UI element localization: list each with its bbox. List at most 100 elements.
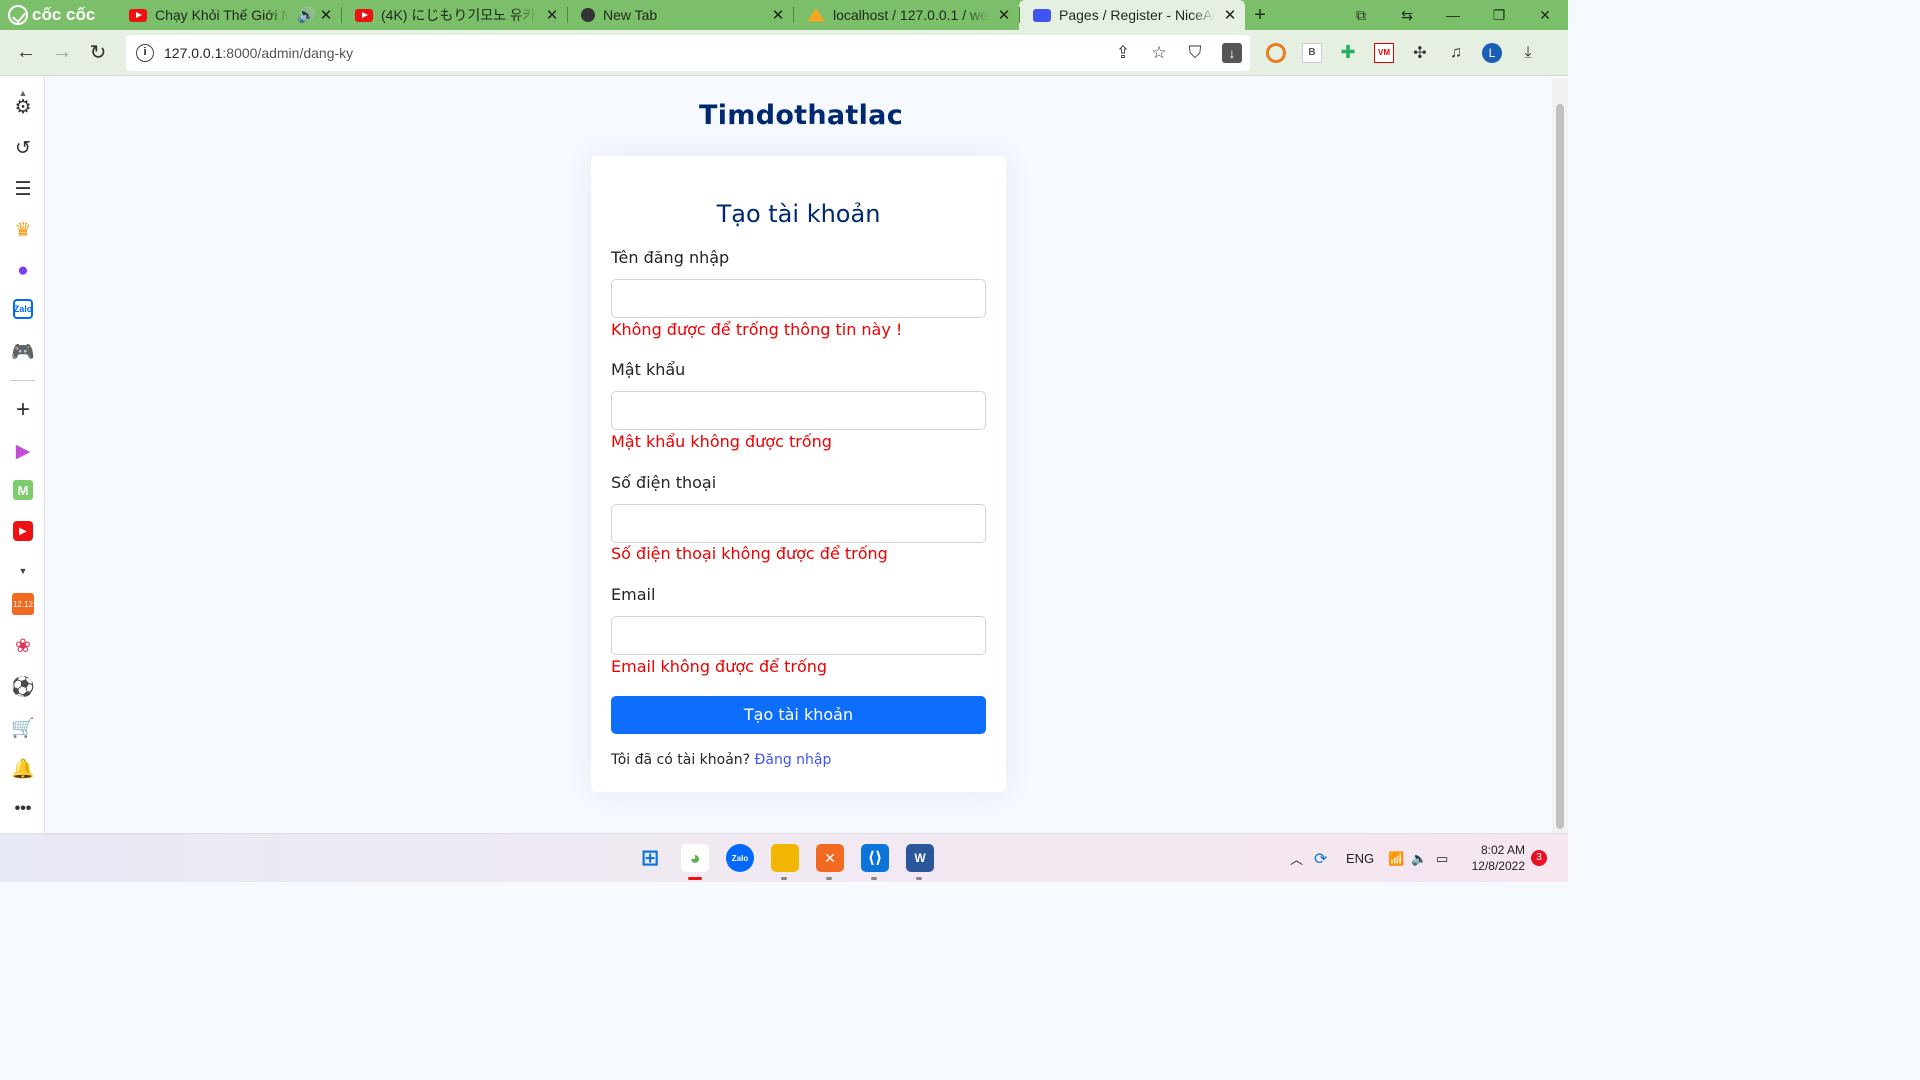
cart-icon[interactable]: 🛒 <box>11 716 35 740</box>
extension-b-icon[interactable]: B <box>1302 42 1322 63</box>
language-indicator[interactable]: ENG <box>1346 834 1374 883</box>
shield-icon[interactable]: ⛉ <box>1186 43 1204 63</box>
register-card: Tạo tài khoản Tên đăng nhập Không được đ… <box>591 156 1006 792</box>
gear-icon[interactable]: ⚙ <box>11 95 35 119</box>
chevron-down-icon[interactable]: ▼ <box>11 559 35 583</box>
url-text[interactable]: 127.0.0.1:8000/admin/dang-ky <box>164 45 353 61</box>
bell-icon[interactable]: 🔔 <box>11 757 35 781</box>
username-error: Không được để trống thông tin này ! <box>611 320 903 339</box>
phone-input[interactable] <box>611 504 986 543</box>
password-error: Mật khẩu không được trống <box>611 432 832 451</box>
share-icon[interactable]: ⇪ <box>1114 43 1132 63</box>
battery-icon[interactable]: ▭ <box>1436 834 1448 883</box>
login-prompt: Tôi đã có tài khoản? Đăng nhập <box>611 752 831 768</box>
tab-strip: cốc cốc Chạy Khỏi Thế Giới Này 🔊 ✕ (4K) … <box>0 0 1568 30</box>
history-icon[interactable]: ↺ <box>11 136 35 160</box>
extension-plus-icon[interactable]: ✚ <box>1338 42 1358 63</box>
new-tab-button[interactable]: + <box>1245 4 1275 27</box>
xampp-icon[interactable]: ✕ <box>816 844 844 872</box>
close-tab-icon[interactable]: ✕ <box>319 6 333 24</box>
notification-badge[interactable]: 3 <box>1531 850 1547 866</box>
coccoc-brand[interactable]: cốc cốc <box>0 0 115 30</box>
coccoc-taskbar-icon[interactable]: ◕ <box>681 844 709 872</box>
sync-icon[interactable]: ⟳ <box>1314 834 1327 883</box>
close-tab-icon[interactable]: ✕ <box>771 6 785 24</box>
extensions-area: B ✚ VM ✣ ♫ L ⤓ <box>1266 42 1538 63</box>
bookmark-star-icon[interactable]: ☆ <box>1150 43 1168 63</box>
youtube-sidebar-icon[interactable]: ▶ <box>13 521 33 541</box>
reload-icon[interactable]: ↻ <box>80 40 116 65</box>
tab-register[interactable]: Pages / Register - NiceAdmin ✕ <box>1019 0 1245 30</box>
create-account-button[interactable]: Tạo tài khoản <box>611 696 986 734</box>
email-error: Email không được để trống <box>611 657 828 676</box>
game-avatar-icon[interactable]: ❀ <box>11 634 35 658</box>
site-info-icon[interactable]: i <box>136 43 154 62</box>
login-link[interactable]: Đăng nhập <box>755 752 832 768</box>
username-label: Tên đăng nhập <box>611 248 730 267</box>
speaker-icon[interactable]: 🔊 <box>297 6 316 24</box>
have-account-text: Tôi đã có tài khoản? <box>611 752 751 768</box>
close-tab-icon[interactable]: ✕ <box>545 6 559 24</box>
running-indicator <box>781 877 787 880</box>
gamepad-icon[interactable]: 🎮 <box>11 340 35 364</box>
volume-icon[interactable]: 🔈 <box>1411 834 1427 883</box>
extension-ring-icon[interactable] <box>1266 42 1286 63</box>
football-icon[interactable]: ⚽ <box>11 675 35 699</box>
file-explorer-icon[interactable] <box>771 844 799 872</box>
coccoc-icon <box>581 8 595 22</box>
address-bar[interactable]: i 127.0.0.1:8000/admin/dang-ky ⇪ ☆ ⛉ ↓ <box>126 34 1250 71</box>
site-logo[interactable]: Timdothatlac <box>46 100 1556 131</box>
messenger-icon[interactable]: ● <box>11 259 35 283</box>
tray-chevron-icon[interactable]: ︿ <box>1290 834 1303 883</box>
page-content: Timdothatlac Tạo tài khoản Tên đăng nhập… <box>46 78 1552 833</box>
brand-name: cốc cốc <box>32 5 96 24</box>
windows-start-icon[interactable]: ⊞ <box>636 844 664 872</box>
word-icon[interactable]: W <box>906 844 934 872</box>
close-tab-icon[interactable]: ✕ <box>1223 6 1237 24</box>
tab-title: Chạy Khỏi Thế Giới Này <box>155 7 289 23</box>
youtube-icon <box>355 8 373 22</box>
reading-list-icon[interactable]: ☰ <box>11 177 35 201</box>
username-input[interactable] <box>611 279 986 318</box>
email-input[interactable] <box>611 616 986 655</box>
tab-phpmyadmin[interactable]: localhost / 127.0.0.1 / web ✕ <box>793 0 1019 30</box>
wifi-icon[interactable]: 📶 <box>1388 834 1404 883</box>
m-app-icon[interactable]: M <box>13 480 33 500</box>
profile-avatar[interactable]: L <box>1482 42 1502 63</box>
puzzle-icon[interactable]: ✣ <box>1410 43 1430 63</box>
browser-toolbar: ← → ↻ i 127.0.0.1:8000/admin/dang-ky ⇪ ☆… <box>0 30 1568 76</box>
minimize-icon[interactable]: — <box>1430 7 1476 23</box>
page-scrollbar[interactable] <box>1552 78 1568 833</box>
phone-error: Số điện thoại không được để trống <box>611 544 888 563</box>
close-tab-icon[interactable]: ✕ <box>997 6 1011 24</box>
password-input[interactable] <box>611 391 986 430</box>
playlist-icon[interactable]: ♫ <box>1446 43 1466 63</box>
tab-youtube-2[interactable]: (4K) にじもり기모노 유카타 ✕ <box>341 0 567 30</box>
more-icon[interactable]: ••• <box>11 797 35 821</box>
niceadmin-icon <box>1033 8 1051 22</box>
restore-icon[interactable]: ❐ <box>1476 7 1522 24</box>
clock[interactable]: 8:02 AM 12/8/2022 <box>1467 842 1525 874</box>
download-icon[interactable]: ↓ <box>1222 42 1242 63</box>
play-icon[interactable]: ▶ <box>11 439 35 463</box>
tab-youtube-1[interactable]: Chạy Khỏi Thế Giới Này 🔊 ✕ <box>115 0 341 30</box>
shopee-icon[interactable]: 12.12 <box>12 593 34 615</box>
scrollbar-thumb[interactable] <box>1556 104 1564 829</box>
zalo-taskbar-icon[interactable]: Zalo <box>726 844 754 872</box>
zalo-icon[interactable]: Zalo <box>13 299 33 319</box>
vscode-icon[interactable]: ⟨⟩ <box>861 844 889 872</box>
downloads-tray-icon[interactable]: ⤓ <box>1518 43 1538 63</box>
forward-icon[interactable]: → <box>44 41 80 64</box>
close-window-icon[interactable]: ✕ <box>1522 7 1568 24</box>
back-icon[interactable]: ← <box>8 41 44 64</box>
tab-title: (4K) にじもり기모노 유카타 <box>381 7 537 23</box>
card-title: Tạo tài khoản <box>716 200 881 228</box>
crown-icon[interactable]: ♛ <box>11 218 35 242</box>
sidebar-toggle-icon[interactable]: ⇆ <box>1384 7 1430 24</box>
tab-search-icon[interactable]: ⧉ <box>1338 7 1384 24</box>
tab-new-tab[interactable]: New Tab ✕ <box>567 0 793 30</box>
extension-vm-icon[interactable]: VM <box>1374 42 1394 63</box>
add-icon[interactable]: + <box>11 396 35 423</box>
running-indicator <box>826 877 832 880</box>
tab-title: New Tab <box>603 7 658 23</box>
